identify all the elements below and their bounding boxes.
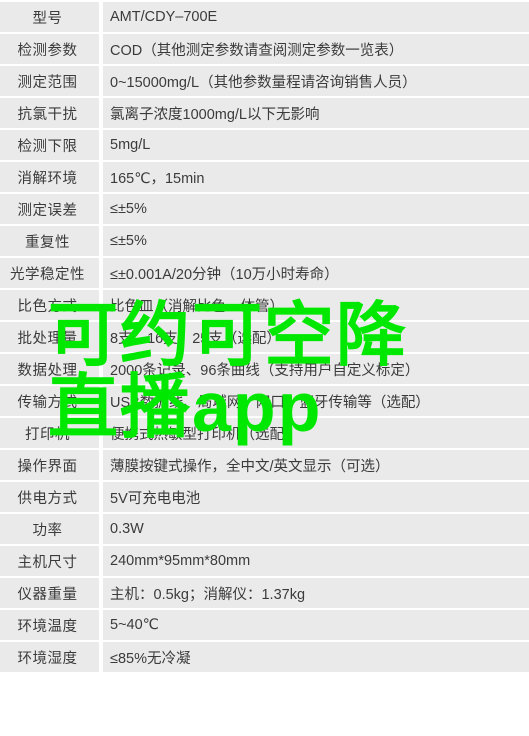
table-row: 批处理量 8支、16支、25支（选配） [0, 322, 529, 352]
specification-table: 型号 AMT/CDY–700E 检测参数 COD（其他测定参数请查阅测定参数一览表）测… [0, 0, 529, 674]
table-row: 供电方式 5V可充电电池 [0, 482, 529, 512]
table-row: 测定误差 ≤±5% [0, 194, 529, 224]
spec-label: 光学稳定性 [0, 258, 99, 288]
spec-value: ≤±5% [103, 194, 529, 224]
table-row: 操作界面 薄膜按键式操作，全中文/英文显示（可选） [0, 450, 529, 480]
spec-value: 8支、16支、25支（选配） [103, 322, 529, 352]
spec-label: 消解环境 [0, 162, 99, 192]
spec-value: 5mg/L [103, 130, 529, 160]
spec-label: 测定误差 [0, 194, 99, 224]
spec-label: 操作界面 [0, 450, 99, 480]
spec-value: 主机：0.5kg；消解仪：1.37kg [103, 578, 529, 608]
specification-table-body: 型号 AMT/CDY–700E 检测参数 COD（其他测定参数请查阅测定参数一览表）测… [0, 2, 529, 672]
table-row: 仪器重量 主机：0.5kg；消解仪：1.37kg [0, 578, 529, 608]
spec-label: 环境湿度 [0, 642, 99, 672]
table-row: 传输方式 USB数据线、局域网、网口、蓝牙传输等（选配） [0, 386, 529, 416]
spec-value: 薄膜按键式操作，全中文/英文显示（可选） [103, 450, 529, 480]
spec-value: 0.3W [103, 514, 529, 544]
spec-value: USB数据线、局域网、网口、蓝牙传输等（选配） [103, 386, 529, 416]
table-row: 型号 AMT/CDY–700E [0, 2, 529, 32]
table-row: 重复性 ≤±5% [0, 226, 529, 256]
spec-label: 比色方式 [0, 290, 99, 320]
spec-label: 主机尺寸 [0, 546, 99, 576]
spec-label: 仪器重量 [0, 578, 99, 608]
table-row: 检测下限 5mg/L [0, 130, 529, 160]
table-row: 光学稳定性 ≤±0.001A/20分钟（10万小时寿命） [0, 258, 529, 288]
spec-value: 240mm*95mm*80mm [103, 546, 529, 576]
table-row: 比色方式 比色皿（消解比色一体管） [0, 290, 529, 320]
spec-label: 抗氯干扰 [0, 98, 99, 128]
table-row: 环境湿度 ≤85%无冷凝 [0, 642, 529, 672]
table-row: 环境温度 5~40℃ [0, 610, 529, 640]
spec-label: 传输方式 [0, 386, 99, 416]
table-row: 打印机 便携式热敏型打印机（选配） [0, 418, 529, 448]
spec-value: 便携式热敏型打印机（选配） [103, 418, 529, 448]
spec-label: 检测下限 [0, 130, 99, 160]
table-row: 数据处理 2000条记录、96条曲线（支持用户自定义标定） [0, 354, 529, 384]
table-row: 检测参数 COD（其他测定参数请查阅测定参数一览表） [0, 34, 529, 64]
spec-value: AMT/CDY–700E [103, 2, 529, 32]
spec-value: 2000条记录、96条曲线（支持用户自定义标定） [103, 354, 529, 384]
spec-value: 氯离子浓度1000mg/L以下无影响 [103, 98, 529, 128]
table-row: 抗氯干扰 氯离子浓度1000mg/L以下无影响 [0, 98, 529, 128]
spec-value: ≤±5% [103, 226, 529, 256]
spec-label: 打印机 [0, 418, 99, 448]
spec-label: 检测参数 [0, 34, 99, 64]
spec-value: 165℃，15min [103, 162, 529, 192]
spec-value: 5V可充电电池 [103, 482, 529, 512]
spec-label: 批处理量 [0, 322, 99, 352]
spec-value: COD（其他测定参数请查阅测定参数一览表） [103, 34, 529, 64]
spec-value: 0~15000mg/L（其他参数量程请咨询销售人员） [103, 66, 529, 96]
spec-label: 测定范围 [0, 66, 99, 96]
spec-label: 环境温度 [0, 610, 99, 640]
spec-value: ≤85%无冷凝 [103, 642, 529, 672]
spec-value: 5~40℃ [103, 610, 529, 640]
table-row: 主机尺寸 240mm*95mm*80mm [0, 546, 529, 576]
spec-label: 功率 [0, 514, 99, 544]
spec-label: 型号 [0, 2, 99, 32]
table-row: 测定范围 0~15000mg/L（其他参数量程请咨询销售人员） [0, 66, 529, 96]
spec-value: 比色皿（消解比色一体管） [103, 290, 529, 320]
spec-label: 数据处理 [0, 354, 99, 384]
spec-label: 重复性 [0, 226, 99, 256]
table-row: 消解环境 165℃，15min [0, 162, 529, 192]
table-row: 功率 0.3W [0, 514, 529, 544]
spec-label: 供电方式 [0, 482, 99, 512]
spec-value: ≤±0.001A/20分钟（10万小时寿命） [103, 258, 529, 288]
